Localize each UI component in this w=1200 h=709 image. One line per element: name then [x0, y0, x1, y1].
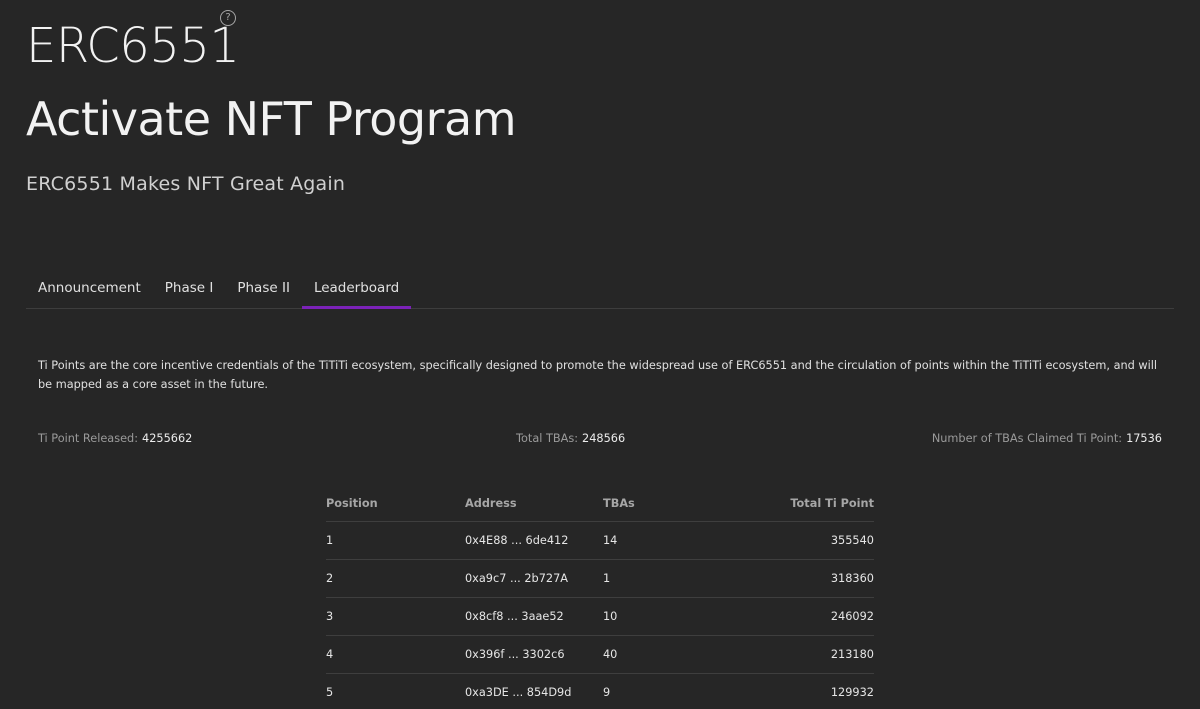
cell-total-ti-point: 129932 — [830, 686, 874, 699]
table-row[interactable]: 5 0xa3DE ... 854D9d 9 129932 — [326, 674, 874, 709]
cell-address[interactable]: 0xa9c7 ... 2b727A — [465, 572, 603, 585]
tab-leaderboard[interactable]: Leaderboard — [301, 270, 412, 309]
table-row[interactable]: 2 0xa9c7 ... 2b727A 1 318360 — [326, 560, 874, 598]
tab-phase-1[interactable]: Phase I — [153, 270, 226, 308]
column-header-tbas[interactable]: TBAs — [603, 497, 693, 510]
table-row[interactable]: 1 0x4E88 ... 6de412 14 355540 — [326, 522, 874, 560]
stat-label: Ti Point Released: — [38, 432, 139, 445]
column-header-position[interactable]: Position — [326, 497, 465, 510]
cell-total-ti-point: 213180 — [830, 648, 874, 661]
stat-label: Number of TBAs Claimed Ti Point: — [931, 432, 1123, 445]
page-title: Activate NFT Program — [26, 92, 517, 146]
cell-total-ti-point: 355540 — [830, 534, 874, 547]
cell-tbas: 40 — [603, 648, 618, 661]
cell-address[interactable]: 0x8cf8 ... 3aae52 — [465, 610, 603, 623]
leaderboard-table: Position Address TBAs Total Ti Point 1 0… — [326, 485, 874, 709]
cell-tbas: 10 — [603, 610, 618, 623]
stat-ti-point-released: Ti Point Released: 4255662 — [38, 432, 192, 445]
stat-value: 248566 — [582, 432, 626, 445]
cell-position: 5 — [326, 686, 334, 699]
column-header-total-ti-point[interactable]: Total Ti Point — [693, 497, 874, 510]
tab-announcement[interactable]: Announcement — [26, 270, 153, 308]
cell-position: 1 — [326, 534, 334, 547]
cell-tbas: 9 — [603, 686, 611, 699]
cell-address[interactable]: 0xa3DE ... 854D9d — [465, 686, 603, 699]
page: ERC6551 ? Activate NFT Program ERC6551 M… — [0, 0, 1200, 709]
cell-total-ti-point: 246092 — [830, 610, 874, 623]
cell-tbas: 1 — [603, 572, 611, 585]
cell-position: 2 — [326, 572, 334, 585]
cell-tbas: 14 — [603, 534, 618, 547]
question-icon[interactable]: ? — [220, 10, 236, 26]
brand-heading: ERC6551 ? — [26, 10, 240, 78]
stat-label: Total TBAs: — [516, 432, 579, 445]
cell-position: 3 — [326, 610, 334, 623]
table-header: Position Address TBAs Total Ti Point — [326, 485, 874, 522]
stat-value: 4255662 — [142, 432, 193, 445]
table-row[interactable]: 3 0x8cf8 ... 3aae52 10 246092 — [326, 598, 874, 636]
stat-value: 17536 — [1126, 432, 1162, 445]
cell-position: 4 — [326, 648, 334, 661]
cell-address[interactable]: 0x4E88 ... 6de412 — [465, 534, 603, 547]
column-header-address[interactable]: Address — [465, 497, 603, 510]
stats-bar: Ti Point Released: 4255662 Total TBAs: 248… — [38, 432, 1162, 448]
stat-tbas-claimed: Number of TBAs Claimed Ti Point: 17536 — [932, 432, 1162, 445]
table-row[interactable]: 4 0x396f ... 3302c6 40 213180 — [326, 636, 874, 674]
tab-phase-2[interactable]: Phase II — [225, 270, 302, 308]
program-description: Ti Points are the core incentive credent… — [38, 359, 1158, 391]
stat-total-tbas: Total TBAs: 248566 — [516, 432, 625, 445]
cell-total-ti-point: 318360 — [830, 572, 874, 585]
page-tagline: ERC6551 Makes NFT Great Again — [26, 173, 346, 195]
cell-address[interactable]: 0x396f ... 3302c6 — [465, 648, 603, 661]
brand-title: ERC6551 — [26, 18, 240, 74]
tab-bar: Announcement Phase I Phase II Leaderboar… — [26, 270, 1174, 309]
